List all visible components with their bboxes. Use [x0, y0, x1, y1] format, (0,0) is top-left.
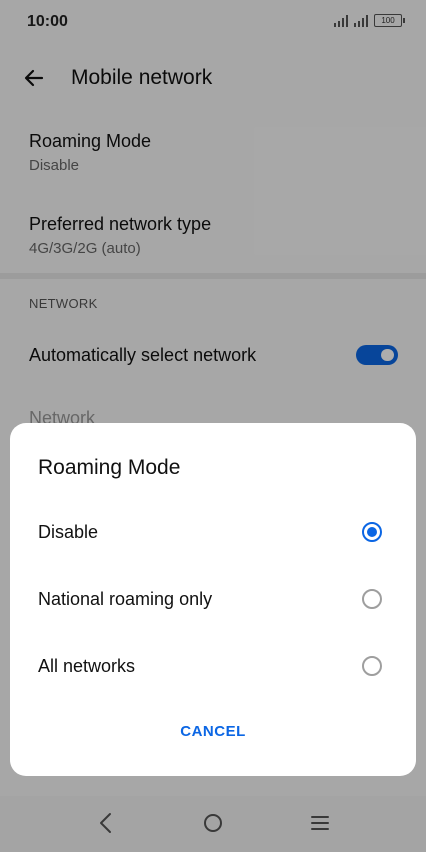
radio-unselected-icon[interactable]: [362, 656, 382, 676]
option-label: National roaming only: [38, 589, 213, 609]
roaming-mode-dialog: Roaming Mode Disable National roaming on…: [10, 423, 416, 776]
option-disable[interactable]: Disable: [10, 507, 416, 561]
radio-selected-icon[interactable]: [362, 522, 382, 542]
option-national-roaming[interactable]: National roaming only: [10, 574, 416, 628]
cancel-button[interactable]: CANCEL: [10, 723, 416, 740]
option-all-networks[interactable]: All networks: [10, 641, 416, 695]
option-label: All networks: [38, 656, 136, 676]
screen: 10:00 100 Mobile network Roaming Mode Di…: [0, 0, 426, 852]
radio-unselected-icon[interactable]: [362, 589, 382, 609]
dialog-title: Roaming Mode: [38, 456, 181, 479]
option-label: Disable: [38, 522, 99, 542]
